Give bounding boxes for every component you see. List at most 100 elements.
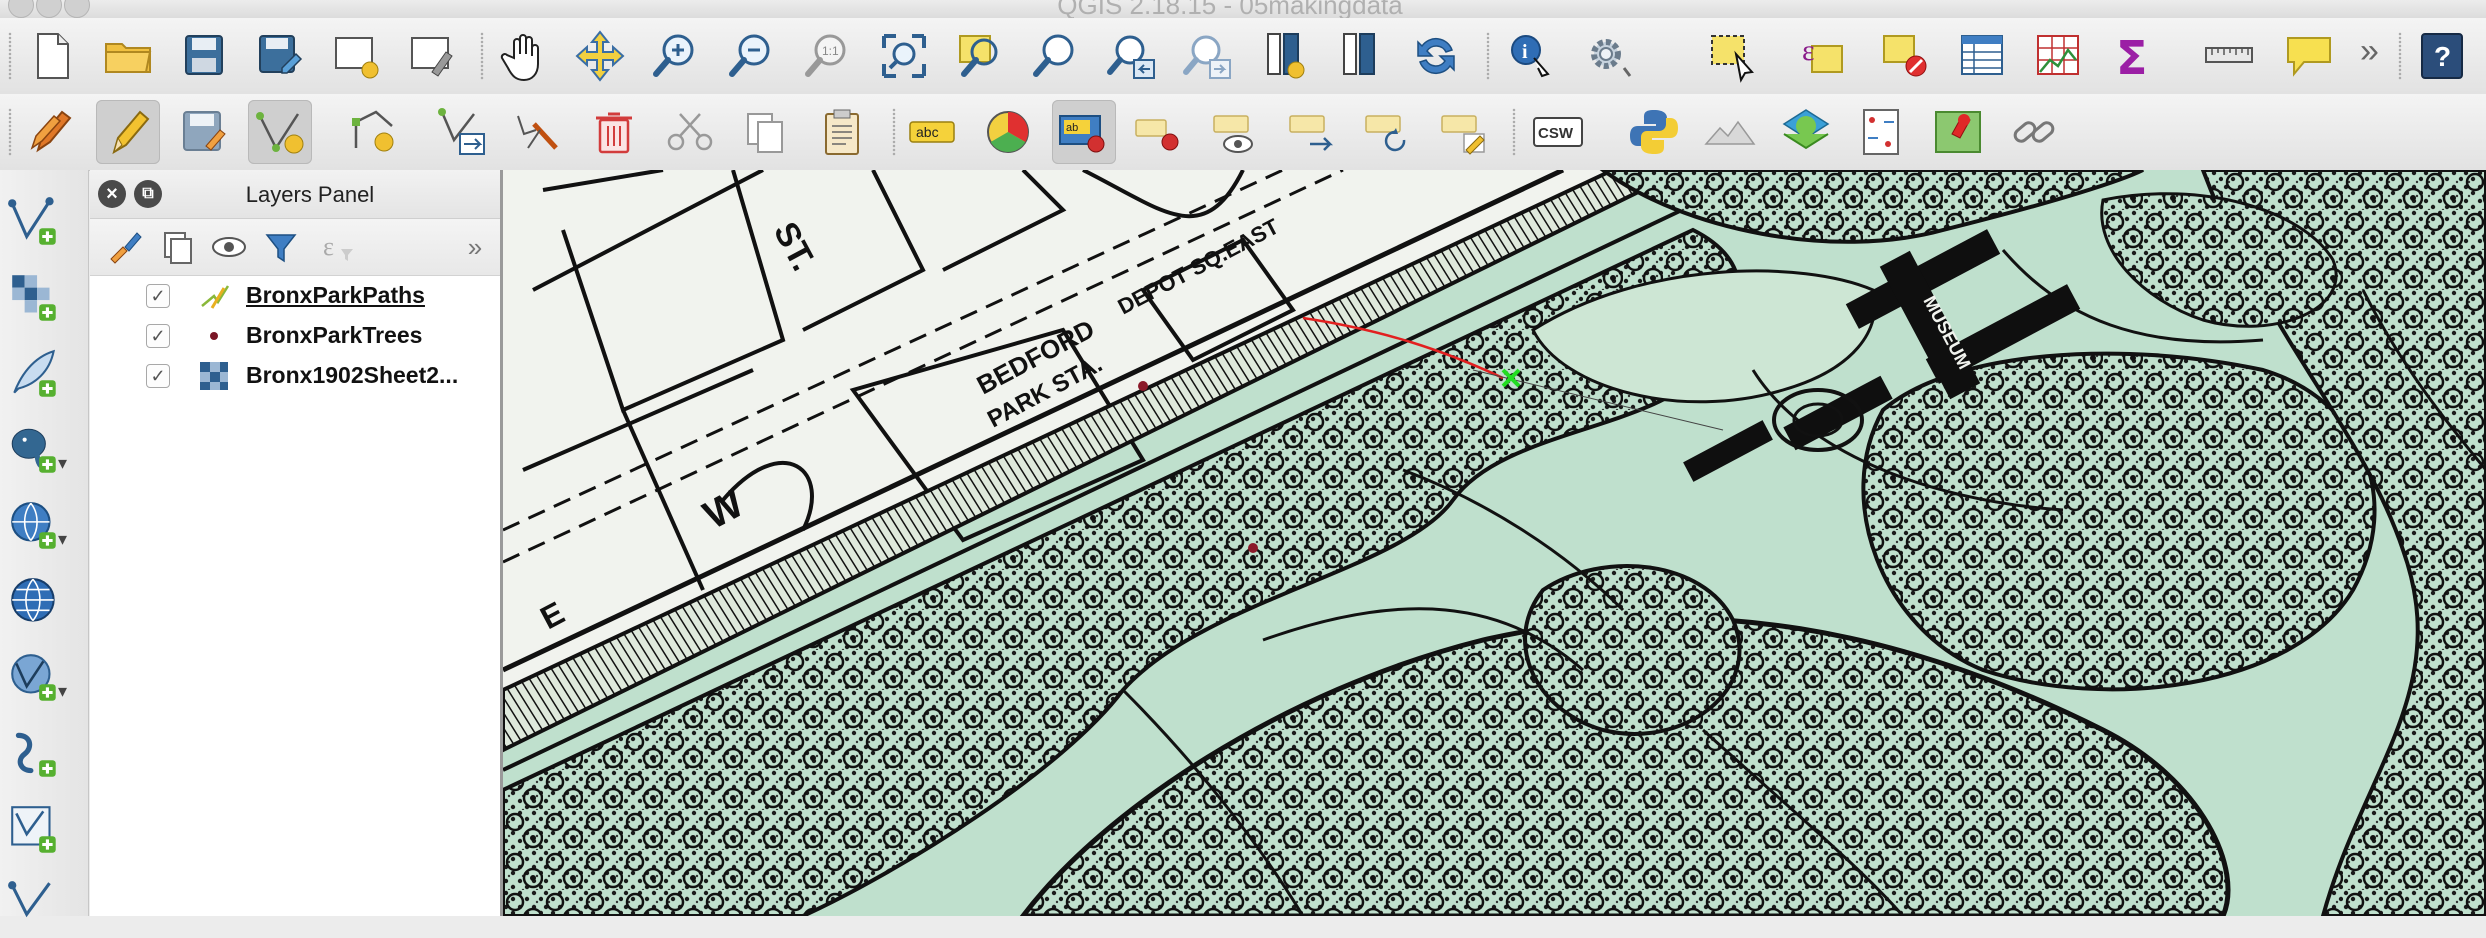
add-vector-layer-button[interactable] <box>6 190 84 254</box>
gps-tools-button[interactable] <box>1926 100 1990 164</box>
show-hide-labels-button[interactable] <box>1204 100 1268 164</box>
pan-map-button[interactable] <box>492 24 556 88</box>
add-delimited-text-layer-button[interactable] <box>6 342 84 406</box>
map-canvas[interactable]: BEDFORD PARK STA. DEPOT SQ.EAST W E MUSE… <box>503 170 2486 916</box>
rotate-label-button[interactable] <box>1356 100 1420 164</box>
new-shapefile-layer-button[interactable] <box>6 874 84 938</box>
add-wms-layer-button[interactable] <box>6 570 84 634</box>
layer-labeling-button[interactable]: abc <box>900 100 964 164</box>
dropdown-arrow[interactable]: ▾ <box>58 529 67 550</box>
filter-by-expression-button[interactable]: ε <box>312 225 362 269</box>
zoom-next-button[interactable] <box>1176 24 1240 88</box>
minimize-window-button[interactable] <box>36 0 62 18</box>
help-button[interactable]: ? <box>2410 24 2474 88</box>
open-layer-styling-button[interactable] <box>100 225 150 269</box>
zoom-last-button[interactable] <box>1100 24 1164 88</box>
select-features-button[interactable] <box>1702 24 1766 88</box>
add-spatialite-layer-button[interactable]: ▾ <box>6 494 84 558</box>
composer-manager-button[interactable] <box>400 24 464 88</box>
new-print-composer-button[interactable] <box>324 24 388 88</box>
dropdown-arrow[interactable]: ▾ <box>58 681 67 702</box>
toolbar-handle[interactable] <box>8 32 12 80</box>
layer-visibility-checkbox[interactable]: ✓ <box>146 324 170 348</box>
tree-point[interactable] <box>1138 381 1148 391</box>
add-raster-layer-button[interactable] <box>6 266 84 330</box>
toolbar-handle[interactable] <box>892 108 896 156</box>
toolbar-overflow-chevron[interactable]: » <box>2360 32 2379 71</box>
add-feature-button[interactable] <box>248 100 312 164</box>
highlight-pinned-labels-button[interactable]: ab <box>1052 100 1116 164</box>
zoom-to-layer-button[interactable] <box>1024 24 1088 88</box>
add-wfs-layer-button[interactable]: ▾ <box>6 646 84 710</box>
save-as-button[interactable] <box>248 24 312 88</box>
statistical-summary-button[interactable]: Σ <box>2102 24 2166 88</box>
measure-line-button[interactable] <box>2198 24 2262 88</box>
layer-row-bronxparktrees[interactable]: ✓ BronxParkTrees <box>90 316 500 356</box>
open-attribute-table-button[interactable] <box>1950 24 2014 88</box>
toolbar-handle[interactable] <box>2398 32 2402 80</box>
zoom-out-button[interactable] <box>720 24 784 88</box>
dropdown-arrow[interactable]: ▾ <box>58 453 67 474</box>
connect-button[interactable] <box>2002 100 2066 164</box>
layer-diagram-button[interactable] <box>976 100 1040 164</box>
toolbar-handle[interactable] <box>8 108 12 156</box>
move-label-button[interactable] <box>1280 100 1344 164</box>
zoom-native-button[interactable]: 1:1 <box>796 24 860 88</box>
save-project-button[interactable] <box>172 24 236 88</box>
panel-overflow-chevron[interactable]: » <box>450 225 500 269</box>
new-bookmark-button[interactable] <box>1252 24 1316 88</box>
python-console-button[interactable] <box>1622 100 1686 164</box>
filter-legend-button[interactable] <box>256 225 306 269</box>
pin-unpin-labels-button[interactable] <box>1128 100 1192 164</box>
identify-features-button[interactable]: i <box>1500 24 1564 88</box>
open-project-button[interactable] <box>96 24 160 88</box>
layer-visibility-checkbox[interactable]: ✓ <box>146 284 170 308</box>
zoom-window-button[interactable] <box>64 0 90 18</box>
close-window-button[interactable] <box>8 0 34 18</box>
layer-visibility-checkbox[interactable]: ✓ <box>146 364 170 388</box>
layer-row-bronxparkpaths[interactable]: ✓ BronxParkPaths <box>90 276 500 316</box>
run-feature-action-button[interactable] <box>1580 24 1644 88</box>
cut-features-button[interactable] <box>658 100 722 164</box>
deselect-all-button[interactable] <box>1874 24 1938 88</box>
zoom-full-button[interactable] <box>872 24 936 88</box>
filter-icon <box>265 234 297 263</box>
close-panel-button[interactable]: × <box>98 180 126 208</box>
toolbar-handle[interactable] <box>1512 108 1516 156</box>
save-layer-edits-button[interactable] <box>172 100 236 164</box>
wms-globe-icon <box>11 578 55 622</box>
paste-features-button[interactable] <box>810 100 874 164</box>
terrain-plugin-button[interactable] <box>1698 100 1762 164</box>
field-calculator-button[interactable] <box>2026 24 2090 88</box>
metasearch-button[interactable]: CSW <box>1526 100 1590 164</box>
new-project-button[interactable] <box>20 24 84 88</box>
refresh-button[interactable] <box>1404 24 1468 88</box>
move-feature-button[interactable] <box>430 100 494 164</box>
zoom-in-button[interactable] <box>644 24 708 88</box>
node-tool-button[interactable] <box>344 100 408 164</box>
toolbar-handle[interactable] <box>1486 32 1490 80</box>
add-postgis-layer-button[interactable]: ▾ <box>6 418 84 482</box>
georeferencer-button[interactable] <box>1850 100 1914 164</box>
select-by-expression-button[interactable]: ε <box>1794 24 1858 88</box>
add-group-button[interactable] <box>152 225 202 269</box>
add-virtual-layer-button[interactable] <box>6 798 84 862</box>
map-tips-button[interactable] <box>2278 24 2342 88</box>
copy-features-button[interactable] <box>734 100 798 164</box>
abc-text: abc <box>916 124 939 140</box>
tree-point[interactable] <box>1248 543 1258 553</box>
zoom-to-selection-button[interactable] <box>948 24 1012 88</box>
delete-selected-button[interactable] <box>582 100 646 164</box>
toggle-editing-button[interactable] <box>96 100 160 164</box>
delete-part-button[interactable] <box>506 100 570 164</box>
pan-to-selection-button[interactable] <box>568 24 632 88</box>
show-bookmarks-button[interactable] <box>1328 24 1392 88</box>
change-label-button[interactable] <box>1432 100 1496 164</box>
qgis-cloud-button[interactable] <box>1774 100 1838 164</box>
toolbar-handle[interactable] <box>480 32 484 80</box>
layer-row-bronx1902sheet[interactable]: ✓ Bronx1902Sheet2... <box>90 356 500 396</box>
float-panel-button[interactable]: ⧉ <box>134 180 162 208</box>
manage-map-themes-button[interactable] <box>204 225 254 269</box>
current-edits-button[interactable] <box>20 100 84 164</box>
add-wcs-layer-button[interactable] <box>6 722 84 786</box>
